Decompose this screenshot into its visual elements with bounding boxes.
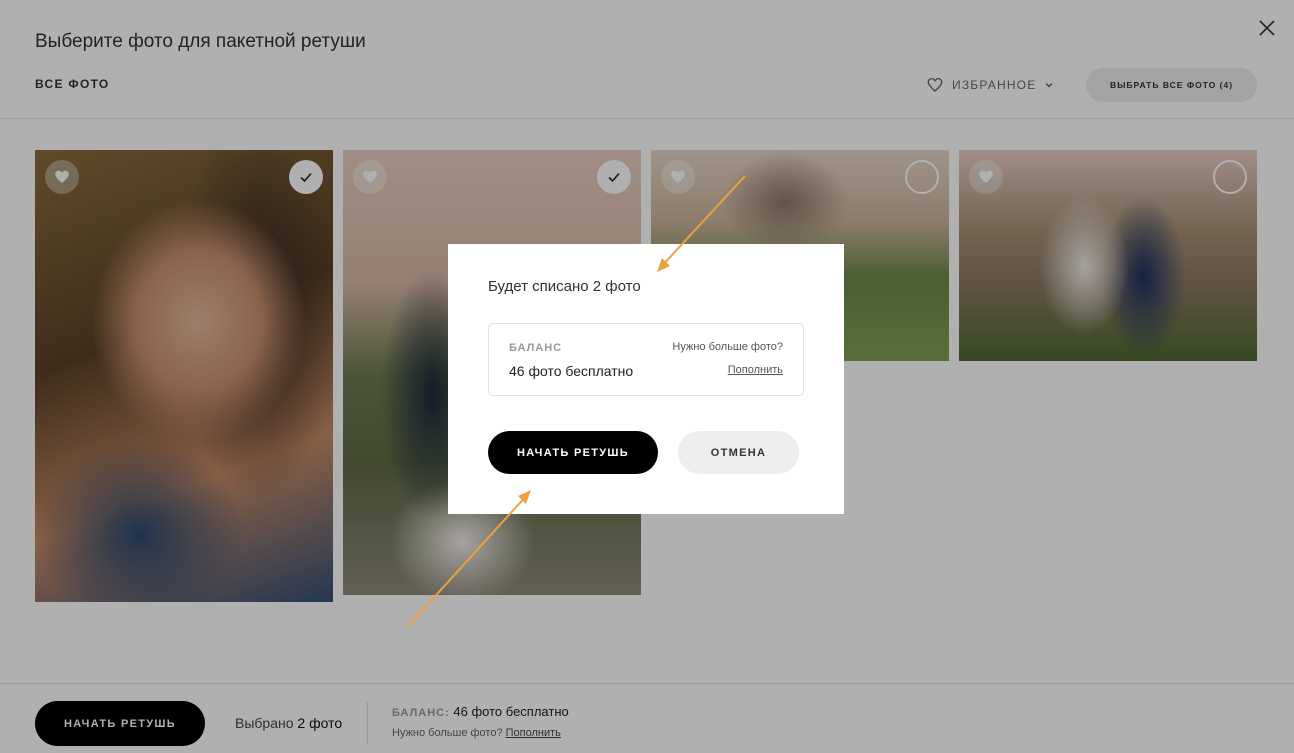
dialog-cancel-button[interactable]: ОТМЕНА bbox=[678, 431, 799, 474]
top-up-link[interactable]: Пополнить bbox=[728, 364, 783, 376]
confirm-retouch-dialog: Будет списано 2 фото БАЛАНС 46 фото бесп… bbox=[448, 244, 844, 514]
need-more-text: Нужно больше фото? bbox=[672, 341, 783, 353]
balance-value: 46 фото бесплатно bbox=[509, 363, 634, 379]
balance-box: БАЛАНС 46 фото бесплатно Нужно больше фо… bbox=[488, 323, 804, 396]
dialog-start-retouch-button[interactable]: НАЧАТЬ РЕТУШЬ bbox=[488, 431, 658, 474]
dialog-title: Будет списано 2 фото bbox=[488, 278, 641, 295]
balance-label: БАЛАНС bbox=[509, 342, 563, 354]
